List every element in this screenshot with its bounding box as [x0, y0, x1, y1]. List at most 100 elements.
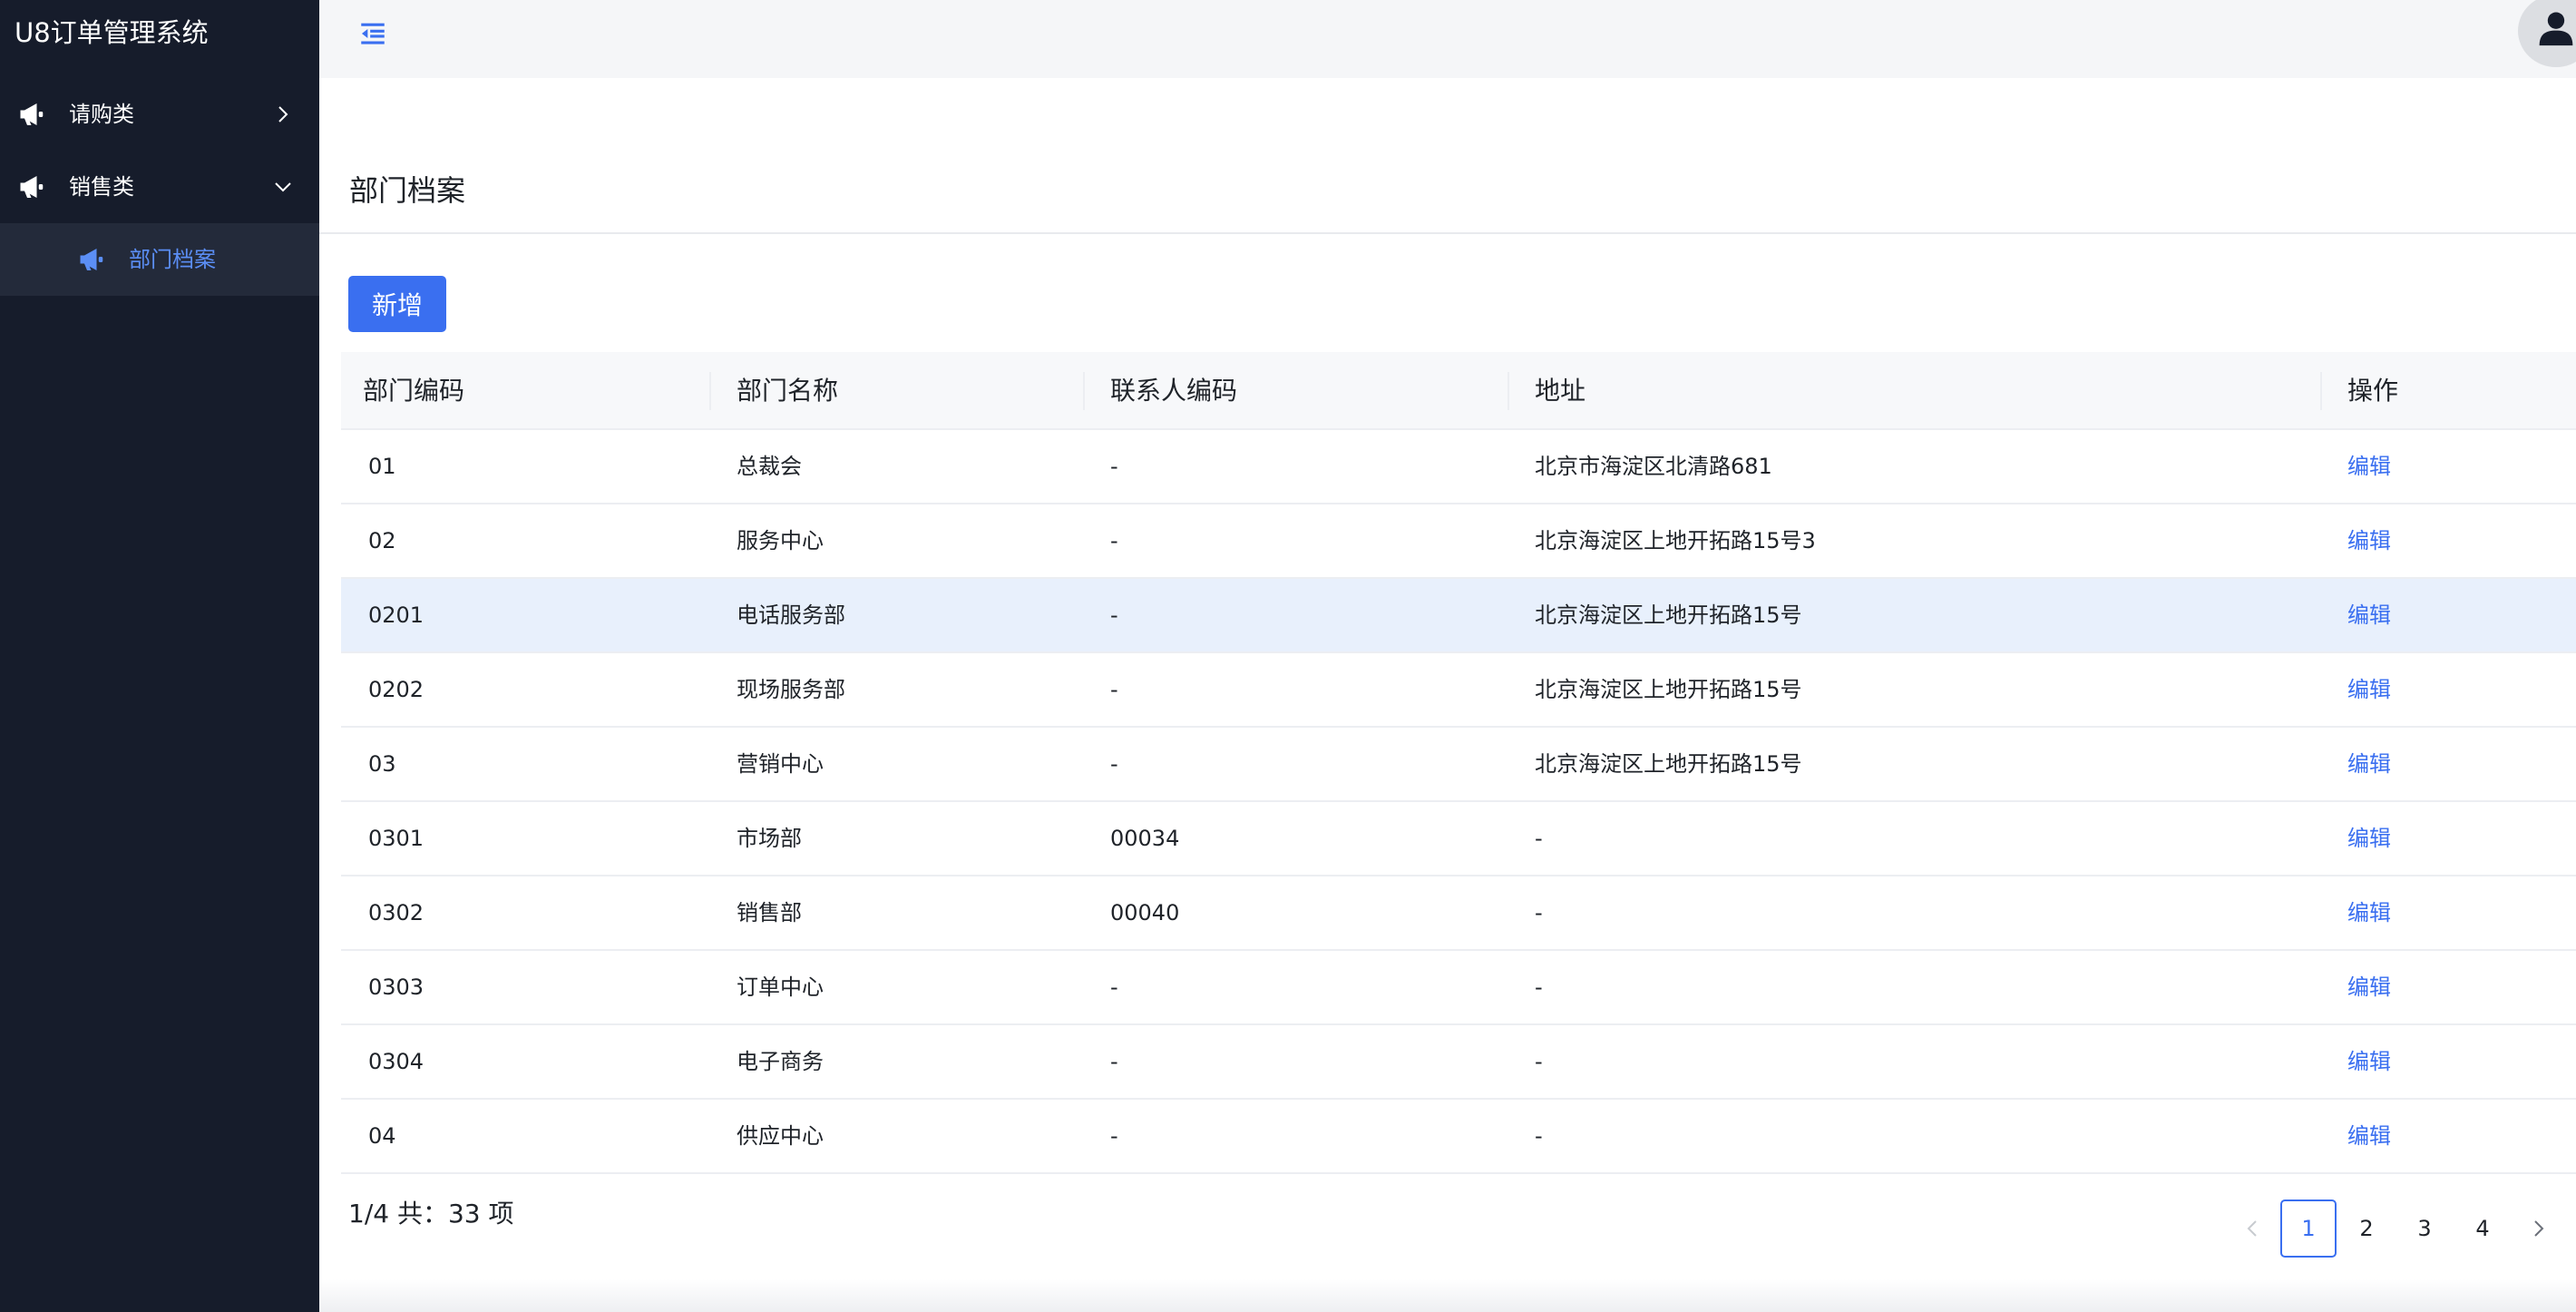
column-header: 地址	[1535, 376, 1586, 406]
cell-address: -	[1535, 1049, 1543, 1074]
cell-name: 现场服务部	[737, 677, 845, 702]
cell-code: 0301	[368, 826, 424, 851]
table-row: 02 服务中心 - 北京海淀区上地开拓路15号3 编辑	[341, 504, 2576, 579]
cell-contact: 00040	[1110, 900, 1180, 925]
edit-link[interactable]: 编辑	[2347, 876, 2391, 949]
cell-address: -	[1535, 974, 1543, 1000]
bottom-shadow	[319, 1279, 2576, 1312]
table-row: 0201 电话服务部 - 北京海淀区上地开拓路15号 编辑	[341, 579, 2576, 653]
column-header: 联系人编码	[1110, 376, 1238, 406]
cell-address: 北京海淀区上地开拓路15号	[1535, 602, 1802, 628]
app-root: U8订单管理系统 请购类 销售类 部门档案 部门档案 新增 部门编码 部门名称 …	[0, 0, 2576, 1312]
cell-code: 0202	[368, 677, 424, 702]
table-row: 04 供应中心 - - 编辑	[341, 1100, 2576, 1174]
divider	[319, 232, 2576, 234]
cell-contact: 00034	[1110, 826, 1180, 851]
cell-address: -	[1535, 826, 1543, 851]
menu-collapse-icon[interactable]	[357, 18, 388, 49]
column-header: 部门名称	[737, 376, 839, 406]
megaphone-icon	[20, 103, 44, 125]
edit-link[interactable]: 编辑	[2347, 430, 2391, 503]
megaphone-icon	[20, 176, 44, 198]
column-divider	[709, 372, 711, 410]
cell-contact: -	[1110, 602, 1118, 628]
sidebar-item-label: 销售类	[69, 174, 134, 200]
cell-code: 01	[368, 454, 396, 479]
sidebar-item-sales[interactable]: 销售类	[0, 151, 319, 223]
sidebar: U8订单管理系统 请购类 销售类 部门档案	[0, 0, 319, 1312]
user-icon	[2539, 12, 2573, 46]
cell-address: 北京海淀区上地开拓路15号	[1535, 751, 1802, 777]
cell-contact: -	[1110, 528, 1118, 553]
app-title: U8订单管理系统	[15, 17, 209, 48]
edit-link[interactable]: 编辑	[2347, 1025, 2391, 1098]
cell-code: 0303	[368, 974, 424, 1000]
edit-link[interactable]: 编辑	[2347, 1100, 2391, 1172]
cell-contact: -	[1110, 751, 1118, 777]
edit-link[interactable]: 编辑	[2347, 802, 2391, 875]
cell-address: -	[1535, 1123, 1543, 1149]
cell-contact: -	[1110, 974, 1118, 1000]
main-content: 部门档案 新增 部门编码 部门名称 联系人编码 地址 操作 01 总裁会 - 北…	[319, 78, 2576, 1312]
edit-link[interactable]: 编辑	[2347, 951, 2391, 1023]
pagination: 1 2 3 4	[2242, 1199, 2576, 1258]
cell-code: 0304	[368, 1049, 424, 1074]
table-header: 部门编码 部门名称 联系人编码 地址 操作	[341, 352, 2576, 430]
chevron-down-icon	[275, 182, 291, 192]
page-button[interactable]: 1	[2280, 1199, 2337, 1258]
column-header: 操作	[2347, 376, 2399, 406]
table-row: 0302 销售部 00040 - 编辑	[341, 876, 2576, 951]
megaphone-icon	[80, 249, 103, 270]
table-row: 03 营销中心 - 北京海淀区上地开拓路15号 编辑	[341, 728, 2576, 802]
cell-name: 销售部	[737, 900, 802, 925]
cell-contact: -	[1110, 454, 1118, 479]
table-row: 0301 市场部 00034 - 编辑	[341, 802, 2576, 876]
cell-contact: -	[1110, 1049, 1118, 1074]
cell-name: 供应中心	[737, 1123, 824, 1149]
page-title: 部门档案	[349, 173, 466, 208]
edit-link[interactable]: 编辑	[2347, 579, 2391, 651]
cell-name: 订单中心	[737, 974, 824, 1000]
sidebar-item-department-archive[interactable]: 部门档案	[0, 223, 319, 296]
cell-code: 0201	[368, 602, 424, 628]
column-divider	[1083, 372, 1085, 410]
cell-address: 北京市海淀区北清路681	[1535, 454, 1772, 479]
edit-link[interactable]: 编辑	[2347, 728, 2391, 800]
chevron-left-icon[interactable]	[2242, 1218, 2264, 1239]
cell-contact: -	[1110, 1123, 1118, 1149]
chevron-right-icon	[278, 106, 288, 122]
table-row: 0303 订单中心 - - 编辑	[341, 951, 2576, 1025]
cell-code: 04	[368, 1123, 396, 1149]
department-table: 部门编码 部门名称 联系人编码 地址 操作 01 总裁会 - 北京市海淀区北清路…	[341, 352, 2576, 1174]
pagination-summary: 1/4 共：33 项	[348, 1199, 514, 1229]
avatar[interactable]	[2518, 0, 2576, 67]
column-header: 部门编码	[363, 376, 465, 406]
sidebar-item-purchase[interactable]: 请购类	[0, 78, 319, 151]
cell-address: -	[1535, 900, 1543, 925]
sidebar-item-label: 部门档案	[129, 247, 216, 272]
table-row: 0304 电子商务 - - 编辑	[341, 1025, 2576, 1100]
sidebar-item-label: 请购类	[69, 102, 134, 127]
cell-name: 电话服务部	[737, 602, 845, 628]
column-divider	[2320, 372, 2322, 410]
cell-code: 02	[368, 528, 396, 553]
chevron-right-icon[interactable]	[2527, 1218, 2549, 1239]
edit-link[interactable]: 编辑	[2347, 653, 2391, 726]
cell-name: 服务中心	[737, 528, 824, 553]
page-button[interactable]: 3	[2396, 1199, 2453, 1258]
page-button[interactable]: 2	[2338, 1199, 2395, 1258]
table-row: 0202 现场服务部 - 北京海淀区上地开拓路15号 编辑	[341, 653, 2576, 728]
edit-link[interactable]: 编辑	[2347, 504, 2391, 577]
add-button[interactable]: 新增	[348, 276, 446, 332]
cell-address: 北京海淀区上地开拓路15号3	[1535, 528, 1816, 553]
cell-name: 营销中心	[737, 751, 824, 777]
top-bar	[319, 0, 2576, 78]
cell-name: 电子商务	[737, 1049, 824, 1074]
cell-name: 市场部	[737, 826, 802, 851]
table-row: 01 总裁会 - 北京市海淀区北清路681 编辑	[341, 430, 2576, 504]
cell-contact: -	[1110, 677, 1118, 702]
page-button[interactable]: 4	[2454, 1199, 2511, 1258]
cell-address: 北京海淀区上地开拓路15号	[1535, 677, 1802, 702]
cell-code: 03	[368, 751, 396, 777]
column-divider	[1508, 372, 1509, 410]
